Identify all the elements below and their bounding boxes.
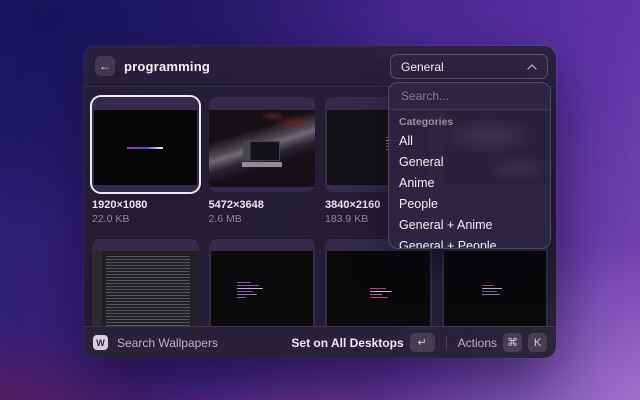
actions-button[interactable]: Actions (458, 336, 497, 350)
category-dropdown-panel: Categories All General Anime People Gene… (388, 82, 551, 249)
thumbnail-image (211, 251, 314, 326)
dropdown-item-general[interactable]: General (389, 151, 550, 172)
footer-title: Search Wallpapers (117, 336, 218, 350)
dropdown-item-general-anime[interactable]: General + Anime (389, 214, 550, 235)
wallpaper-cell (92, 239, 199, 326)
wallpaper-cell: 5472×3648 2.6 MB (209, 97, 316, 225)
category-select-value: General (401, 60, 444, 74)
dropdown-search-input[interactable] (401, 89, 551, 103)
code-text-decoration (370, 288, 392, 298)
dropdown-search-row (389, 83, 550, 110)
wallpaper-filesize: 2.6 MB (209, 213, 316, 225)
page-title: programming (124, 59, 210, 74)
terminal-text-decoration (127, 147, 163, 149)
k-key-icon: K (528, 333, 547, 352)
footer-bar: W Search Wallpapers Set on All Desktops … (84, 326, 556, 358)
wallpaper-thumbnail[interactable] (325, 239, 432, 326)
wallpaper-dimensions: 5472×3648 (209, 199, 316, 211)
wallpaper-cell (325, 239, 432, 326)
back-button[interactable]: ← (95, 56, 115, 76)
wallpaper-app-window: ← programming General 1920×1080 22.0 KB (84, 46, 556, 358)
wallpaper-cell (442, 239, 549, 326)
footer-divider (446, 336, 447, 349)
wallpaper-thumbnail-selected[interactable] (92, 97, 199, 192)
wallpaper-cell (209, 239, 316, 326)
laptop-decoration (242, 141, 282, 173)
code-text-decoration (237, 282, 263, 298)
wallpapers-app-icon: W (93, 335, 108, 350)
wallpaper-thumbnail[interactable] (209, 239, 316, 326)
dropdown-item-people[interactable]: People (389, 193, 550, 214)
return-key-icon: ↵ (410, 333, 435, 352)
dropdown-item-general-people[interactable]: General + People (389, 235, 550, 249)
command-key-icon: ⌘ (503, 333, 522, 352)
wallpaper-filesize: 22.0 KB (92, 213, 199, 225)
wallpaper-thumbnail[interactable] (92, 239, 199, 326)
wallpaper-thumbnail[interactable] (209, 97, 316, 192)
back-arrow-icon: ← (99, 60, 111, 72)
wallpaper-thumbnail[interactable] (442, 239, 549, 326)
dropdown-section-label: Categories (389, 110, 550, 130)
code-text-decoration (482, 285, 502, 295)
grid-row-2 (92, 239, 548, 326)
dropdown-item-anime[interactable]: Anime (389, 172, 550, 193)
thumbnail-image (92, 251, 199, 326)
header: ← programming General (84, 46, 556, 87)
category-select[interactable]: General (390, 54, 548, 79)
thumbnail-image (209, 110, 316, 187)
footer-actions: Set on All Desktops ↵ Actions ⌘ K (291, 333, 547, 352)
thumbnail-image (444, 251, 547, 326)
primary-action-button[interactable]: Set on All Desktops (291, 336, 403, 350)
thumbnail-image (94, 110, 197, 185)
thumbnail-image (327, 251, 430, 326)
wallpaper-dimensions: 1920×1080 (92, 199, 199, 211)
dropdown-item-all[interactable]: All (389, 130, 550, 151)
chevron-up-icon (527, 64, 537, 70)
wallpaper-cell: 1920×1080 22.0 KB (92, 97, 199, 225)
